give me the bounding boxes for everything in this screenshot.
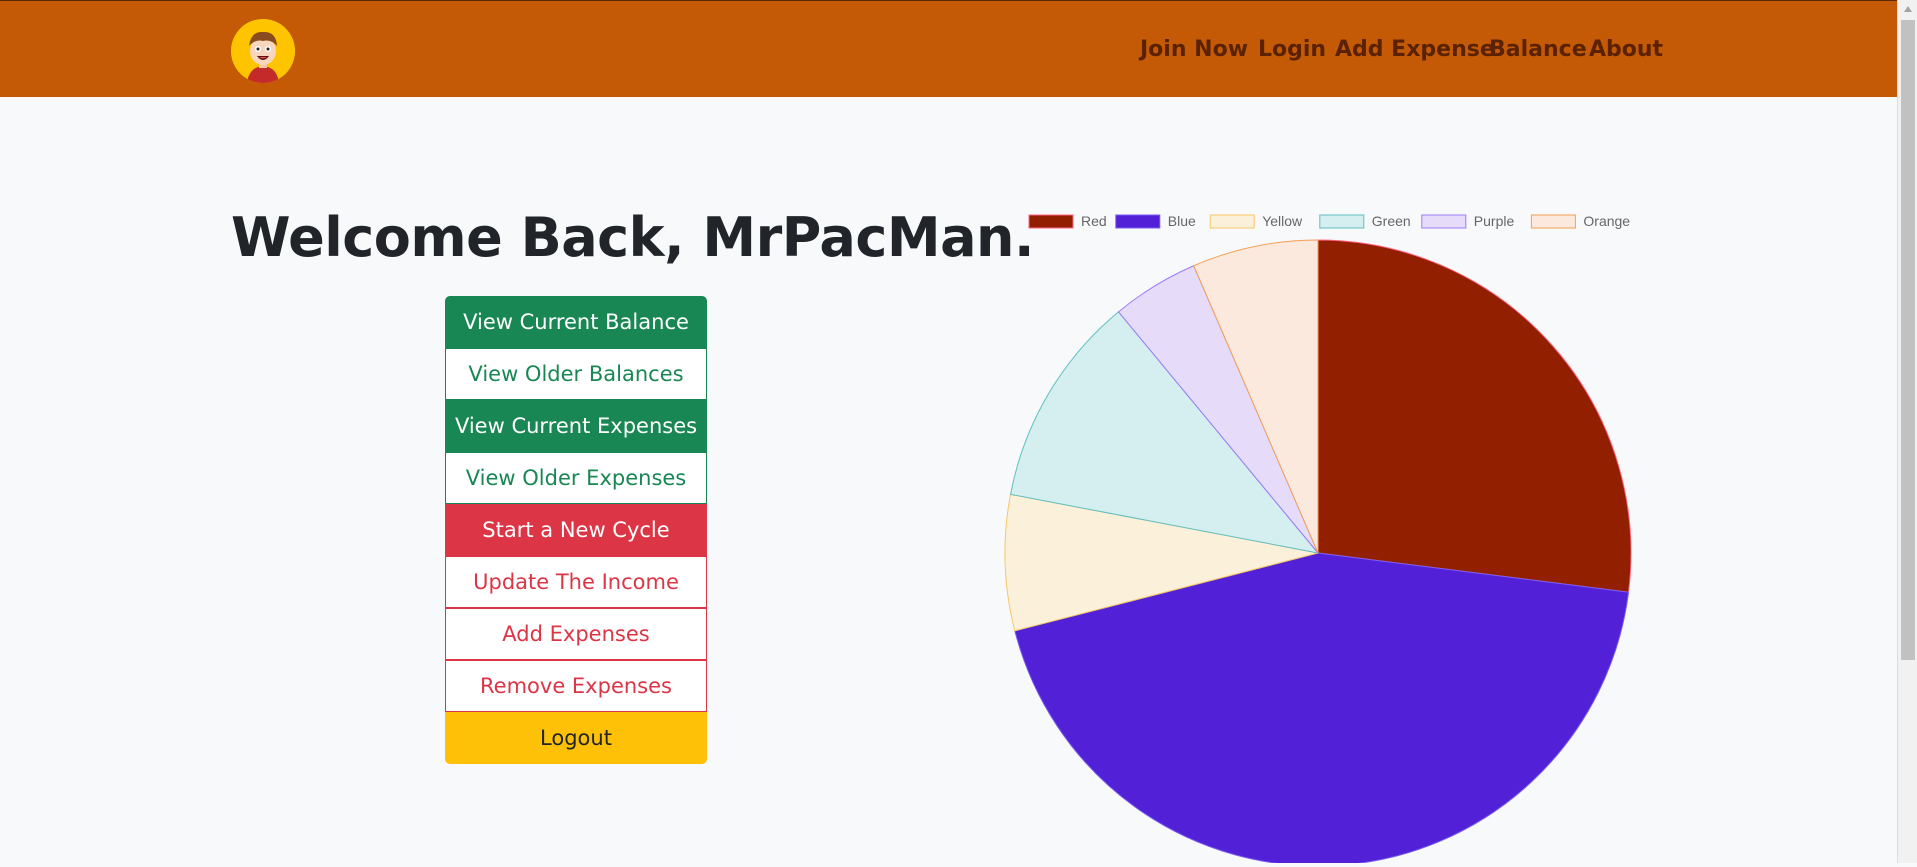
view-older-balances-button[interactable]: View Older Balances	[445, 348, 707, 400]
legend-swatch-yellow	[1209, 214, 1255, 229]
view-older-expenses-button[interactable]: View Older Expenses	[445, 452, 707, 504]
legend-item-purple[interactable]: Purple	[1421, 213, 1515, 229]
start-new-cycle-button[interactable]: Start a New Cycle	[445, 504, 707, 556]
legend-item-yellow[interactable]: Yellow	[1209, 213, 1303, 229]
nav-join-now[interactable]: Join Now	[1140, 37, 1248, 62]
view-current-balance-button[interactable]: View Current Balance	[445, 296, 707, 348]
nav-about[interactable]: About	[1589, 37, 1663, 62]
pie-slice-red[interactable]	[1317, 239, 1632, 593]
scrollbar-thumb[interactable]	[1901, 20, 1915, 660]
legend-label-yellow: Yellow	[1262, 213, 1303, 229]
legend-swatch-purple	[1421, 214, 1467, 229]
legend-label-red: Red	[1081, 213, 1107, 229]
nav-balance[interactable]: Balance	[1489, 37, 1587, 62]
remove-expenses-button[interactable]: Remove Expenses	[445, 660, 707, 712]
welcome-heading: Welcome Back, MrPacMan.	[231, 206, 1034, 269]
expense-pie-chart: Red Blue Yellow Green Purple Orange	[1000, 205, 1650, 867]
legend-item-orange[interactable]: Orange	[1530, 213, 1630, 229]
legend-item-blue[interactable]: Blue	[1115, 213, 1196, 229]
legend-swatch-orange	[1530, 214, 1576, 229]
legend-swatch-blue	[1115, 214, 1161, 229]
view-current-expenses-button[interactable]: View Current Expenses	[445, 400, 707, 452]
add-expenses-button[interactable]: Add Expenses	[445, 608, 707, 660]
pie-chart-svg: Red Blue Yellow Green Purple Orange	[1004, 213, 1632, 867]
top-navbar: Join Now Login Add Expense Balance About	[0, 0, 1897, 97]
legend-swatch-green	[1319, 214, 1365, 229]
legend-label-blue: Blue	[1168, 213, 1196, 229]
legend-item-red[interactable]: Red	[1028, 213, 1107, 229]
update-income-button[interactable]: Update The Income	[445, 556, 707, 608]
legend-item-green[interactable]: Green	[1319, 213, 1411, 229]
logo-avatar-icon[interactable]	[231, 19, 295, 83]
legend-label-purple: Purple	[1474, 213, 1515, 229]
nav-add-expense[interactable]: Add Expense	[1335, 37, 1495, 62]
scroll-up-arrow-icon[interactable]	[1898, 0, 1917, 18]
legend-label-green: Green	[1372, 213, 1411, 229]
page-scrollbar[interactable]	[1897, 0, 1917, 863]
logout-button[interactable]: Logout	[445, 712, 707, 764]
action-button-group: View Current Balance View Older Balances…	[445, 296, 707, 764]
legend-swatch-red	[1028, 214, 1074, 229]
legend-label-orange: Orange	[1583, 213, 1630, 229]
nav-login[interactable]: Login	[1258, 37, 1326, 62]
